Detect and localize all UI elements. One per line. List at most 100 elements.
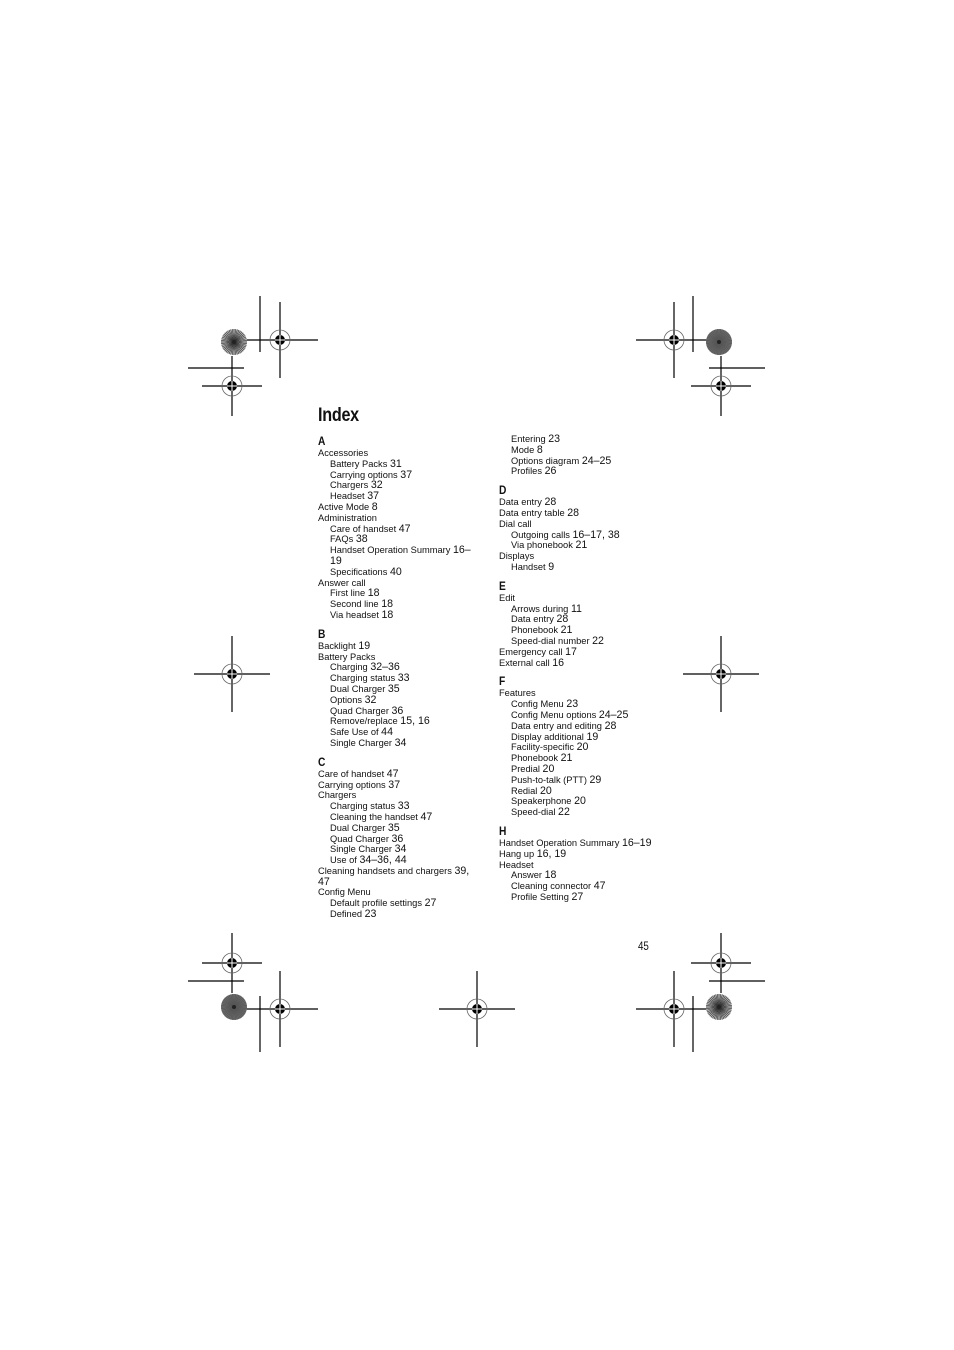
entry-page-ref: 17 xyxy=(565,645,577,658)
index-subentry: Phonebook 21 xyxy=(499,753,654,764)
entry-term: Predial xyxy=(511,763,540,774)
index-entry: Hang up 16, 19 xyxy=(499,848,654,860)
registration-target-icon xyxy=(691,356,751,416)
entry-page-ref: 8 xyxy=(536,443,543,456)
entry-term: Dual Charger xyxy=(330,822,386,833)
entry-term: Config Menu options xyxy=(511,709,597,720)
entry-term: Remove/replace xyxy=(330,716,398,727)
entry-term: Via phonebook xyxy=(511,540,573,551)
entry-term: Headset xyxy=(330,491,365,502)
entry-page-ref: 37 xyxy=(400,468,413,481)
entry-term: Default profile settings xyxy=(330,898,422,909)
entry-term: Display additional xyxy=(511,731,584,742)
entry-page-ref: 18 xyxy=(544,869,557,882)
page-title: Index xyxy=(318,405,359,426)
entry-term: Quad Charger xyxy=(330,705,389,716)
registration-target-icon xyxy=(202,933,262,993)
entry-term: Safe Use of xyxy=(330,727,379,738)
index-subentry: Predial 20 xyxy=(499,764,654,775)
entry-page-ref: 21 xyxy=(575,539,588,552)
entry-term: Carrying options xyxy=(318,779,386,790)
entry-term: Defined xyxy=(330,909,363,920)
entry-page-ref: 16–19 xyxy=(622,836,652,849)
entry-term: Battery Packs xyxy=(318,651,376,662)
index-subentry: Data entry 28 xyxy=(499,614,654,625)
entry-term: Data entry table xyxy=(499,507,565,518)
entry-page-ref: 15, 16 xyxy=(400,715,430,728)
section-letter: D xyxy=(499,483,507,498)
index-subentry: Single Charger 34 xyxy=(318,738,473,749)
index-entry: Handset Operation Summary 16–19 xyxy=(499,838,654,849)
entry-term: Emergency call xyxy=(499,646,563,657)
entry-page-ref: 23 xyxy=(566,698,579,711)
section-letter: A xyxy=(318,434,326,448)
entry-term: Accessories xyxy=(318,448,369,458)
registration-target-icon xyxy=(242,302,318,378)
index-subentry: First line 18 xyxy=(318,588,473,599)
registration-target-icon xyxy=(636,302,712,378)
entry-term: Speed-dial number xyxy=(511,635,590,646)
entry-page-ref: 37 xyxy=(388,778,401,791)
index-entry: Carrying options 37 xyxy=(318,778,473,791)
entry-page-ref: 23 xyxy=(548,433,561,445)
entry-page-ref: 18 xyxy=(381,608,394,621)
index-subentry: Push-to-talk (PTT) 29 xyxy=(499,774,654,786)
entry-page-ref: 27 xyxy=(424,897,437,910)
index-entry: Cleaning handsets and chargers 39, 47 xyxy=(318,866,473,888)
entry-term: Answer call xyxy=(318,577,366,588)
index-subentry: Battery Packs 31 xyxy=(318,458,473,470)
entry-term: Options xyxy=(330,694,363,705)
index-subentry: Charging status 33 xyxy=(318,801,473,812)
entry-page-ref: 20 xyxy=(539,784,552,797)
entry-term: Dial call xyxy=(499,518,532,529)
entry-term: Second line xyxy=(330,599,379,610)
entry-term: Chargers xyxy=(330,480,369,491)
index-entry: Chargers xyxy=(318,790,473,801)
entry-term: Options diagram xyxy=(511,455,580,466)
entry-page-ref: 47 xyxy=(593,880,606,893)
entry-term: Edit xyxy=(499,592,516,603)
entry-term: Care of handset xyxy=(330,523,397,534)
entry-term: Push-to-talk (PTT) xyxy=(511,774,587,785)
entry-term: Mode xyxy=(511,444,535,455)
entry-term: Battery Packs xyxy=(330,458,388,469)
index-subentry: Default profile settings 27 xyxy=(318,898,473,909)
entry-page-ref: 9 xyxy=(548,560,555,573)
entry-term: Data entry xyxy=(499,497,542,508)
registration-target-icon xyxy=(242,971,318,1047)
entry-term: Config Menu xyxy=(511,699,564,710)
entry-term: Data entry xyxy=(511,614,554,625)
registration-target-icon xyxy=(202,356,262,416)
entry-term: Hang up xyxy=(499,848,535,859)
entry-term: Charging status xyxy=(330,801,396,812)
entry-page-ref: 27 xyxy=(571,890,584,903)
entry-term: Specifications xyxy=(330,566,388,577)
entry-term: Carrying options xyxy=(330,469,398,480)
entry-page-ref: 34 xyxy=(394,736,407,749)
index-subentry: Quad Charger 36 xyxy=(318,705,473,717)
entry-page-ref: 28 xyxy=(604,719,617,732)
entry-page-ref: 47 xyxy=(420,810,433,823)
entry-term: FAQs xyxy=(330,534,354,545)
entry-term: Active Mode xyxy=(318,501,370,512)
index-subentry: Second line 18 xyxy=(318,599,473,610)
color-bar-starburst-icon xyxy=(221,329,247,355)
entry-term: Single Charger xyxy=(330,737,393,748)
index-subentry: Phonebook 21 xyxy=(499,625,654,636)
entry-page-ref: 38 xyxy=(355,533,368,546)
entry-term: Backlight xyxy=(318,640,356,651)
index-subentry: Dual Charger 35 xyxy=(318,684,473,695)
entry-term: Cleaning connector xyxy=(511,881,592,892)
entry-page-ref: 20 xyxy=(542,762,555,775)
index-subentry: Specifications 40 xyxy=(318,566,473,578)
index-subentry: Chargers 32 xyxy=(318,480,473,491)
index-subentry: Via headset 18 xyxy=(318,610,473,621)
index-subentry: Arrows during 11 xyxy=(499,603,654,615)
entry-term: Use of xyxy=(330,855,357,866)
index-subentry: Speakerphone 20 xyxy=(499,796,654,807)
section-letter: C xyxy=(318,754,326,769)
index-subentry: Defined 23 xyxy=(318,909,473,920)
entry-term: Quad Charger xyxy=(330,833,389,844)
index-subentry: Headset 37 xyxy=(318,491,473,502)
color-bar-starburst-icon xyxy=(221,994,247,1020)
